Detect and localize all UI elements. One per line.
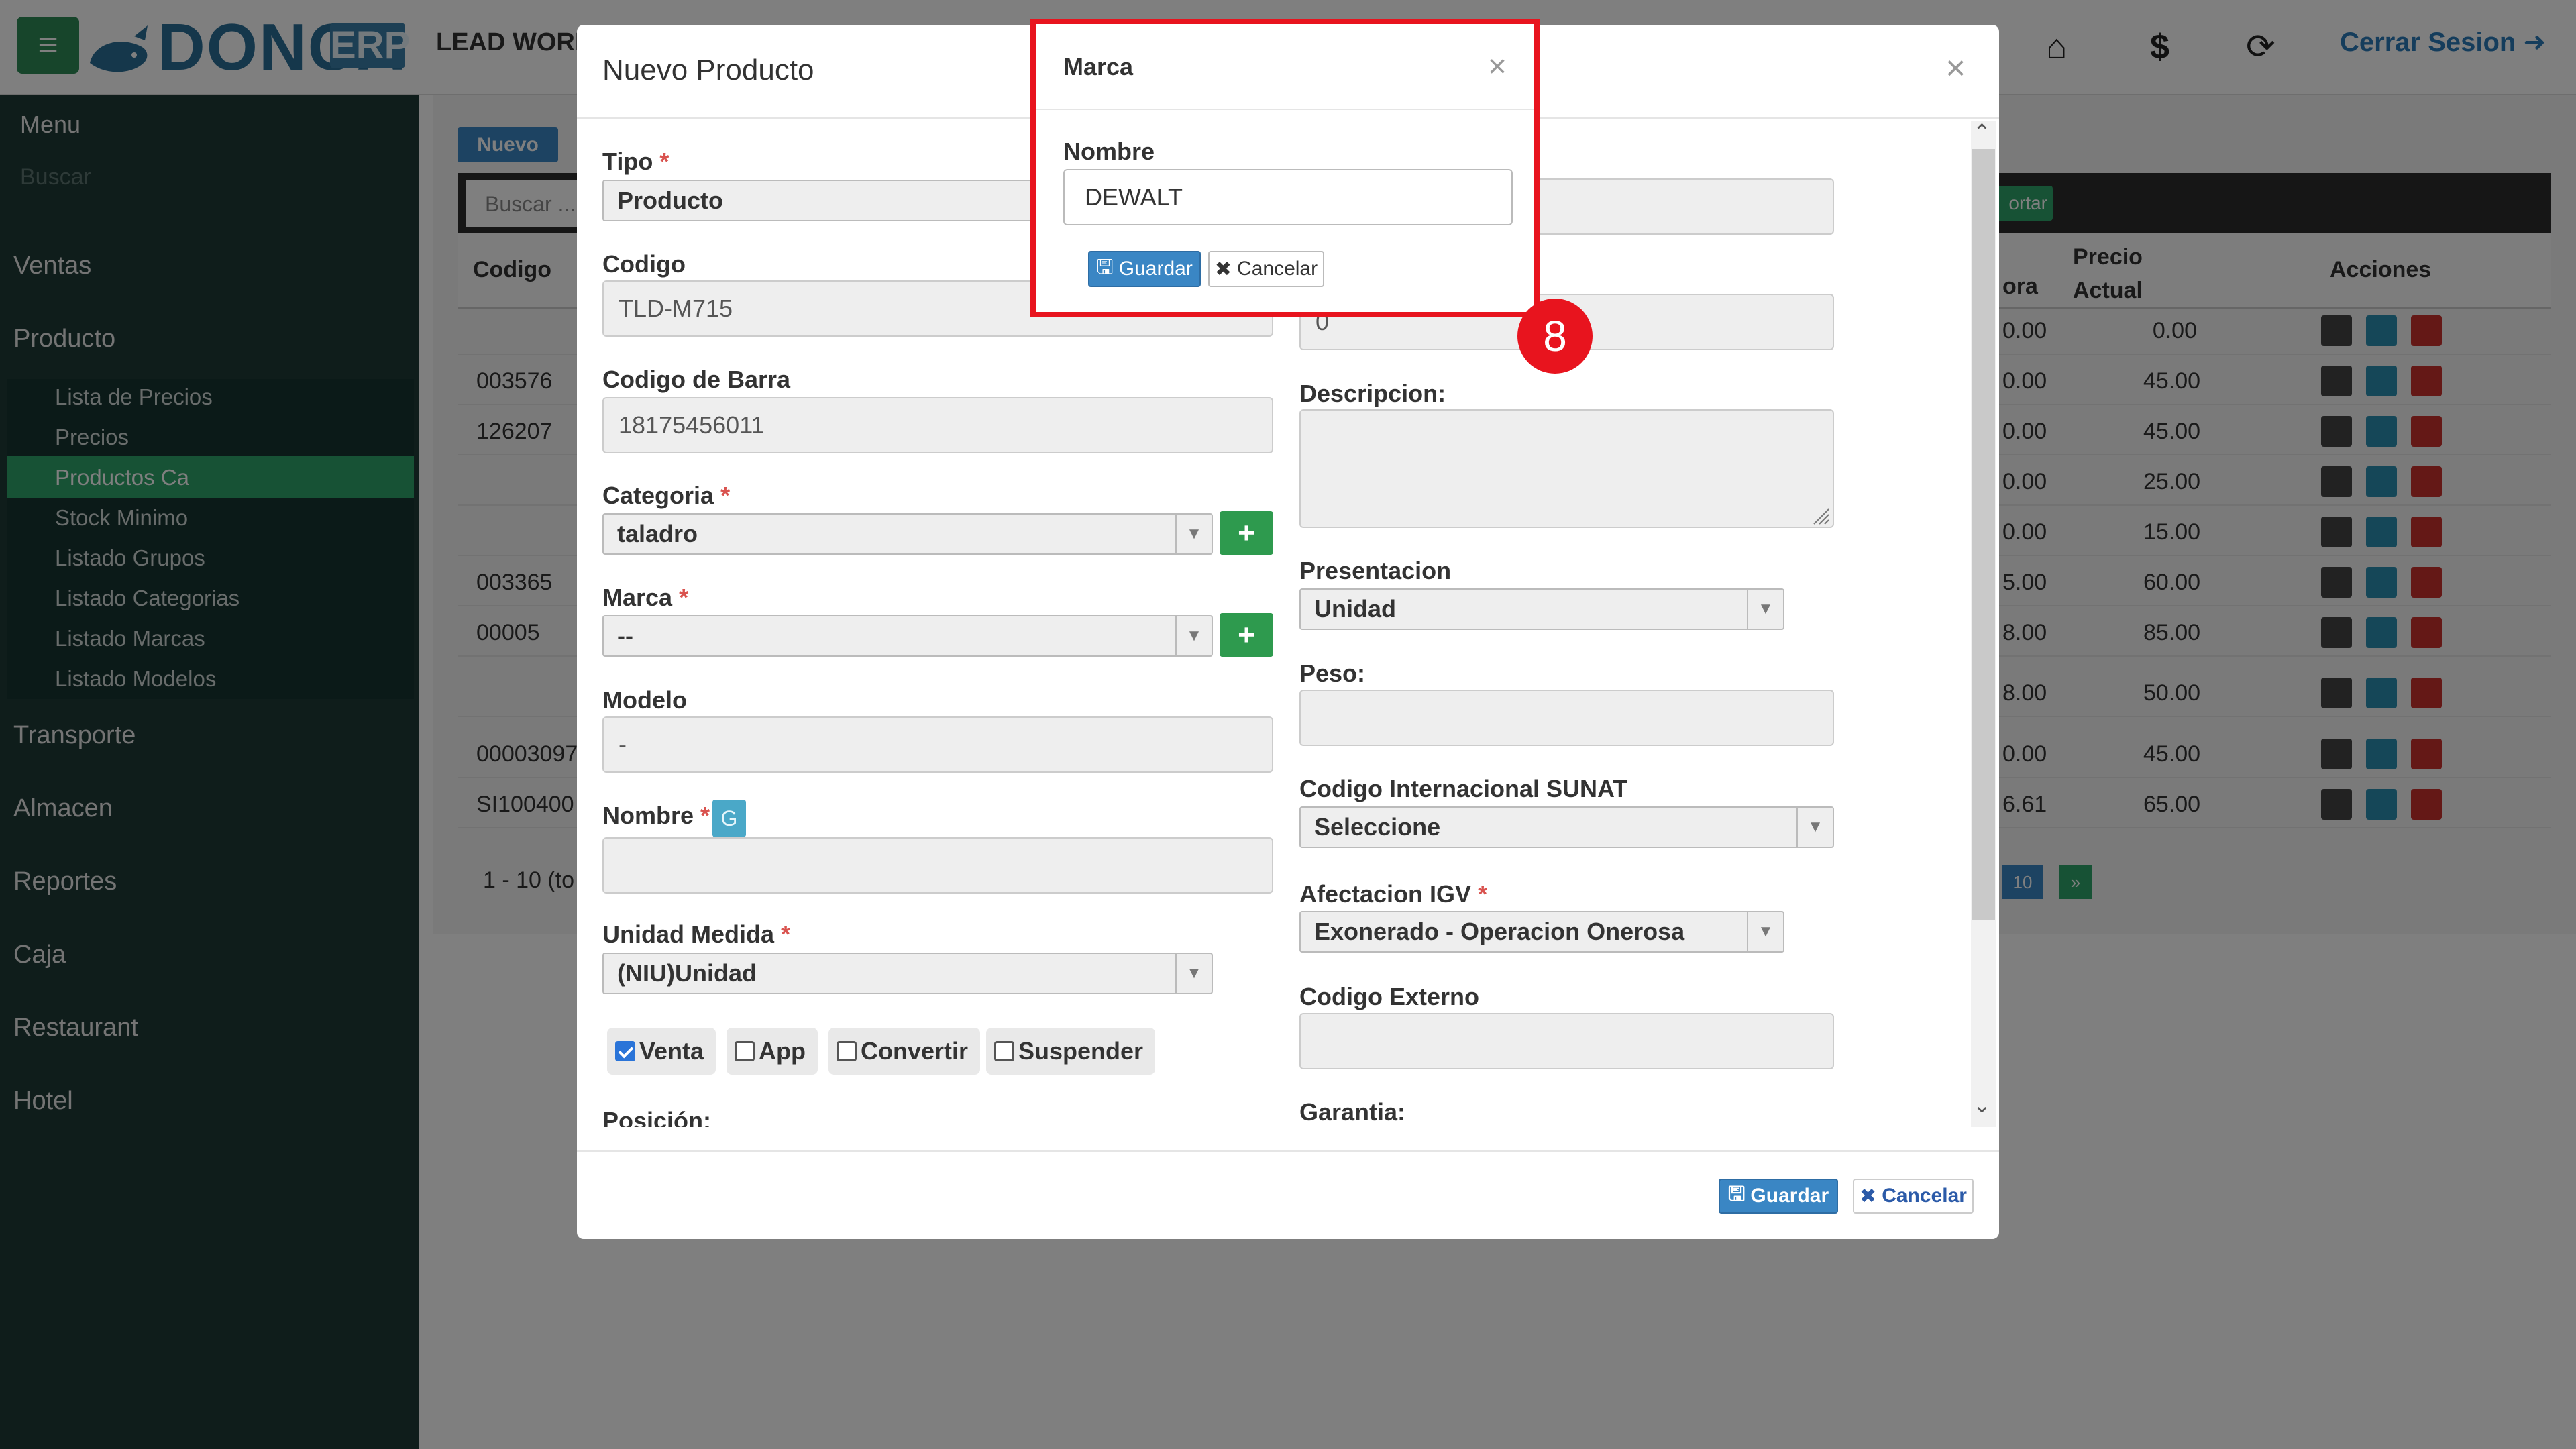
modelo-label: Modelo — [602, 686, 687, 714]
marca-nombre-label: Nombre — [1063, 138, 1155, 165]
categoria-label-text: Categoria — [602, 482, 714, 509]
scroll-up-icon[interactable]: ⌃ — [1973, 119, 1991, 145]
unidad-value: (NIU)Unidad — [617, 959, 757, 987]
scroll-down-icon[interactable]: ⌄ — [1973, 1092, 1991, 1118]
checkbox-icon — [735, 1041, 755, 1061]
close-icon: ✖ — [1214, 258, 1232, 280]
marca-dialog-divider — [1036, 109, 1534, 110]
modal-close-icon[interactable]: × — [1945, 48, 1966, 89]
required-mark: * — [679, 584, 689, 611]
nombre-label: Nombre * — [602, 802, 710, 830]
unidad-select[interactable]: (NIU)Unidad ▼ — [602, 953, 1213, 994]
tipo-label: Tipo * — [602, 148, 669, 176]
suspender-checkbox[interactable]: Suspender — [986, 1028, 1156, 1075]
marca-save-label: Guardar — [1118, 258, 1193, 280]
add-marca-button[interactable]: + — [1220, 613, 1273, 657]
convertir-label: Convertir — [861, 1037, 969, 1065]
garantia-label: Garantia: — [1299, 1098, 1406, 1126]
codigo-barra-input[interactable]: 18175456011 — [602, 397, 1273, 453]
required-mark: * — [781, 920, 791, 948]
chevron-down-icon: ▼ — [1175, 515, 1212, 553]
externo-label: Codigo Externo — [1299, 983, 1479, 1010]
modal-footer-divider — [577, 1150, 1999, 1152]
step-badge: 8 — [1517, 299, 1593, 374]
tipo-label-text: Tipo — [602, 148, 653, 175]
presentacion-select[interactable]: Unidad ▼ — [1299, 588, 1784, 630]
categoria-value: taladro — [617, 520, 698, 547]
chevron-down-icon: ▼ — [1747, 590, 1783, 629]
required-mark: * — [659, 148, 669, 175]
codigo-barra-label: Codigo de Barra — [602, 366, 791, 393]
save-label: Guardar — [1750, 1185, 1829, 1207]
nombre-input[interactable] — [602, 837, 1273, 894]
required-mark: * — [1478, 880, 1488, 908]
save-icon: 🖫 — [1096, 256, 1114, 278]
marca-save-button[interactable]: 🖫 Guardar — [1088, 251, 1201, 287]
codigo-label: Codigo — [602, 250, 686, 278]
categoria-label: Categoria * — [602, 482, 730, 510]
peso-input[interactable] — [1299, 690, 1834, 746]
marca-cancel-button[interactable]: ✖ Cancelar — [1208, 251, 1324, 287]
cancel-button[interactable]: ✖ Cancelar — [1853, 1179, 1974, 1214]
close-icon: ✖ — [1860, 1185, 1877, 1208]
igv-label-text: Afectacion IGV — [1299, 880, 1472, 908]
chevron-down-icon: ▼ — [1796, 808, 1833, 847]
save-icon: 🖫 — [1727, 1183, 1746, 1205]
presentacion-value: Unidad — [1314, 595, 1396, 623]
marca-select[interactable]: -- ▼ — [602, 615, 1213, 657]
app-checkbox[interactable]: App — [727, 1028, 818, 1075]
sunat-value: Seleccione — [1314, 813, 1441, 841]
cancel-label: Cancelar — [1882, 1185, 1967, 1207]
marca-nombre-input[interactable]: DEWALT — [1063, 169, 1513, 225]
modal-title: Nuevo Producto — [602, 54, 814, 87]
chevron-down-icon: ▼ — [1747, 912, 1783, 951]
modelo-input[interactable]: - — [602, 716, 1273, 773]
categoria-select[interactable]: taladro ▼ — [602, 513, 1213, 555]
checkbox-icon — [994, 1041, 1014, 1061]
marca-close-icon[interactable]: × — [1488, 48, 1507, 85]
posicion-label: Posición: — [602, 1107, 712, 1127]
marca-dialog-title: Marca — [1063, 53, 1134, 80]
required-mark: * — [720, 482, 731, 509]
required-mark: * — [700, 802, 710, 829]
checkbox-icon — [837, 1041, 857, 1061]
app-label: App — [759, 1037, 806, 1065]
presentacion-label: Presentacion — [1299, 557, 1452, 584]
peso-label: Peso: — [1299, 659, 1366, 687]
venta-checkbox[interactable]: Venta — [607, 1028, 716, 1075]
nombre-label-text: Nombre — [602, 802, 694, 829]
unidad-label-text: Unidad Medida — [602, 920, 775, 948]
add-categoria-button[interactable]: + — [1220, 511, 1273, 555]
marca-label: Marca * — [602, 584, 688, 612]
convertir-checkbox[interactable]: Convertir — [828, 1028, 981, 1075]
sunat-label: Codigo Internacional SUNAT — [1299, 775, 1628, 802]
descripcion-textarea[interactable] — [1299, 409, 1834, 528]
venta-label: Venta — [639, 1037, 704, 1065]
unidad-label: Unidad Medida * — [602, 920, 790, 949]
igv-label: Afectacion IGV * — [1299, 880, 1487, 908]
generate-name-button[interactable]: G — [712, 800, 746, 837]
marca-label-text: Marca — [602, 584, 673, 611]
save-button[interactable]: 🖫 Guardar — [1719, 1179, 1838, 1214]
tipo-select[interactable]: Producto — [602, 180, 1072, 221]
resize-grip-icon[interactable] — [1811, 506, 1830, 525]
modal-scrollbar-thumb[interactable] — [1972, 149, 1995, 920]
igv-value: Exonerado - Operacion Onerosa — [1314, 918, 1685, 945]
checkbox-checked-icon — [615, 1041, 635, 1061]
chevron-down-icon: ▼ — [1175, 954, 1212, 993]
externo-input[interactable] — [1299, 1013, 1834, 1069]
marca-value: -- — [617, 622, 633, 649]
suspender-label: Suspender — [1018, 1037, 1144, 1065]
chevron-down-icon: ▼ — [1175, 616, 1212, 655]
marca-cancel-label: Cancelar — [1237, 258, 1318, 280]
igv-select[interactable]: Exonerado - Operacion Onerosa ▼ — [1299, 911, 1784, 953]
descripcion-label: Descripcion: — [1299, 380, 1446, 407]
sunat-select[interactable]: Seleccione ▼ — [1299, 806, 1834, 848]
